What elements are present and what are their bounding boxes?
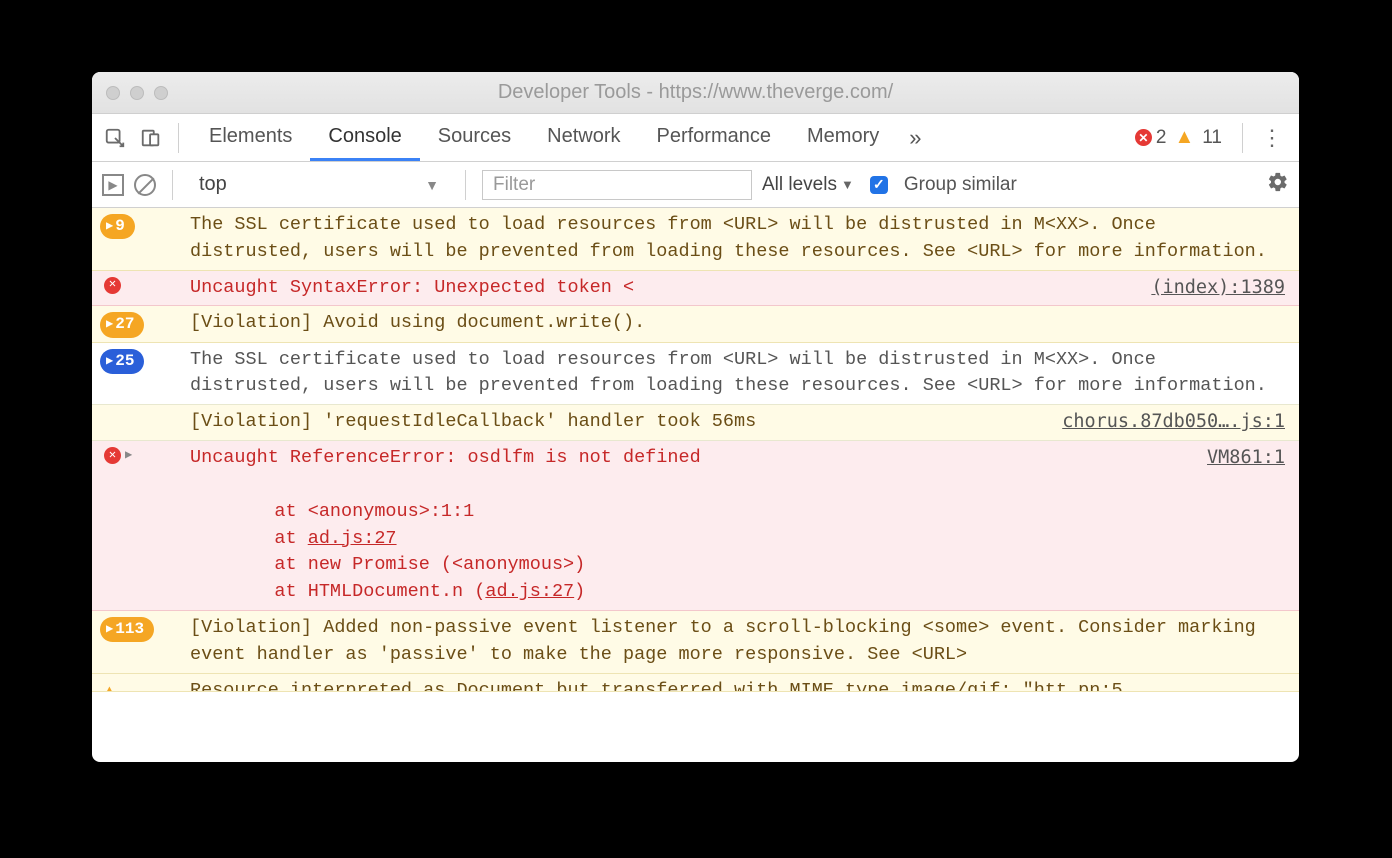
divider <box>178 123 179 153</box>
message-text: [Violation] 'requestIdleCallback' handle… <box>190 409 1042 436</box>
devtools-window: Developer Tools - https://www.theverge.c… <box>92 72 1299 762</box>
message-gutter: ▶ 27 <box>100 310 182 337</box>
window-title: Developer Tools - https://www.theverge.c… <box>92 81 1299 104</box>
context-selector[interactable]: top ▼ <box>189 169 449 200</box>
error-icon: ✕ <box>104 277 121 294</box>
settings-menu-icon[interactable]: ⋮ <box>1255 125 1289 151</box>
message-gutter: ▶ 113 <box>100 615 182 642</box>
tab-console[interactable]: Console <box>310 114 419 161</box>
log-levels-label: All levels <box>762 174 837 196</box>
source-link[interactable]: ad.js:27 <box>308 528 397 549</box>
more-tabs-icon[interactable]: » <box>903 125 927 151</box>
source-link[interactable]: VM861:1 <box>1207 445 1285 472</box>
source-link[interactable]: chorus.87db050….js:1 <box>1062 409 1285 436</box>
message-text: The SSL certificate used to load resourc… <box>190 212 1285 266</box>
divider <box>465 170 466 200</box>
console-message[interactable]: ✕▶ Uncaught ReferenceError: osdlfm is not… <box>92 441 1299 611</box>
panel-tabs: Elements Console Sources Network Perform… <box>191 114 897 161</box>
message-text: Uncaught ReferenceError: osdlfm is not d… <box>190 445 1187 606</box>
console-message[interactable]: ▶ 113 [Violation] Added non-passive event… <box>92 611 1299 674</box>
message-gutter: ▲ <box>100 678 182 692</box>
console-message[interactable]: ▶ 27 [Violation] Avoid using document.wri… <box>92 306 1299 342</box>
filter-input[interactable] <box>482 170 752 200</box>
message-gutter: ▶ 25 <box>100 347 182 374</box>
repeat-count-badge[interactable]: ▶ 27 <box>100 312 144 337</box>
error-icon: ✕ <box>1135 129 1152 146</box>
error-icon: ✕ <box>104 447 121 464</box>
console-message[interactable]: ✕ Uncaught SyntaxError: Unexpected token … <box>92 271 1299 307</box>
context-selector-value: top <box>199 173 227 196</box>
repeat-count-badge[interactable]: ▶ 113 <box>100 617 154 642</box>
group-similar-label: Group similar <box>904 174 1017 196</box>
tab-performance[interactable]: Performance <box>639 114 790 161</box>
console-message[interactable]: ▲ Resource interpreted as Document but tr… <box>92 674 1299 692</box>
message-text: The SSL certificate used to load resourc… <box>190 347 1285 401</box>
warning-count: 11 <box>1202 127 1222 149</box>
titlebar: Developer Tools - https://www.theverge.c… <box>92 72 1299 114</box>
repeat-count-badge[interactable]: ▶ 25 <box>100 349 144 374</box>
group-similar-checkbox[interactable]: ✓ <box>870 176 888 194</box>
message-gutter <box>100 409 182 411</box>
device-toolbar-icon[interactable] <box>136 123 166 153</box>
message-text: Resource interpreted as Document but tra… <box>190 678 1285 692</box>
console-settings-icon[interactable] <box>1267 171 1289 199</box>
message-gutter: ▶ 9 <box>100 212 182 239</box>
console-message[interactable]: [Violation] 'requestIdleCallback' handle… <box>92 405 1299 441</box>
message-gutter: ✕ <box>100 275 182 294</box>
message-text: [Violation] Avoid using document.write()… <box>190 310 1285 337</box>
toggle-sidebar-icon[interactable]: ▶ <box>102 174 124 196</box>
disclosure-triangle-icon[interactable]: ▶ <box>125 447 132 464</box>
divider <box>172 170 173 200</box>
clear-console-icon[interactable] <box>134 174 156 196</box>
warning-icon: ▲ <box>104 680 115 692</box>
chevron-down-icon: ▼ <box>425 177 439 193</box>
tab-elements[interactable]: Elements <box>191 114 310 161</box>
error-count: 2 <box>1156 127 1167 149</box>
warning-icon: ▲ <box>1174 126 1194 149</box>
tab-network[interactable]: Network <box>529 114 638 161</box>
console-message[interactable]: ▶ 9 The SSL certificate used to load reso… <box>92 208 1299 271</box>
panel-tabs-bar: Elements Console Sources Network Perform… <box>92 114 1299 162</box>
divider <box>1242 123 1243 153</box>
message-gutter: ✕▶ <box>100 445 182 464</box>
tab-sources[interactable]: Sources <box>420 114 529 161</box>
console-toolbar: ▶ top ▼ All levels ▼ ✓ Group similar <box>92 162 1299 208</box>
error-warning-summary[interactable]: ✕ 2 ▲ 11 <box>1135 126 1222 149</box>
repeat-count-badge[interactable]: ▶ 9 <box>100 214 135 239</box>
tab-memory[interactable]: Memory <box>789 114 897 161</box>
console-message[interactable]: ▶ 25 The SSL certificate used to load res… <box>92 343 1299 406</box>
chevron-down-icon: ▼ <box>841 177 854 192</box>
message-text: Uncaught SyntaxError: Unexpected token < <box>190 275 1131 302</box>
log-levels-selector[interactable]: All levels ▼ <box>762 174 854 196</box>
source-link[interactable]: (index):1389 <box>1151 275 1285 302</box>
source-link[interactable]: ad.js:27 <box>485 581 574 602</box>
console-output[interactable]: ▶ 9 The SSL certificate used to load reso… <box>92 208 1299 762</box>
inspect-element-icon[interactable] <box>100 123 130 153</box>
message-text: [Violation] Added non-passive event list… <box>190 615 1285 669</box>
